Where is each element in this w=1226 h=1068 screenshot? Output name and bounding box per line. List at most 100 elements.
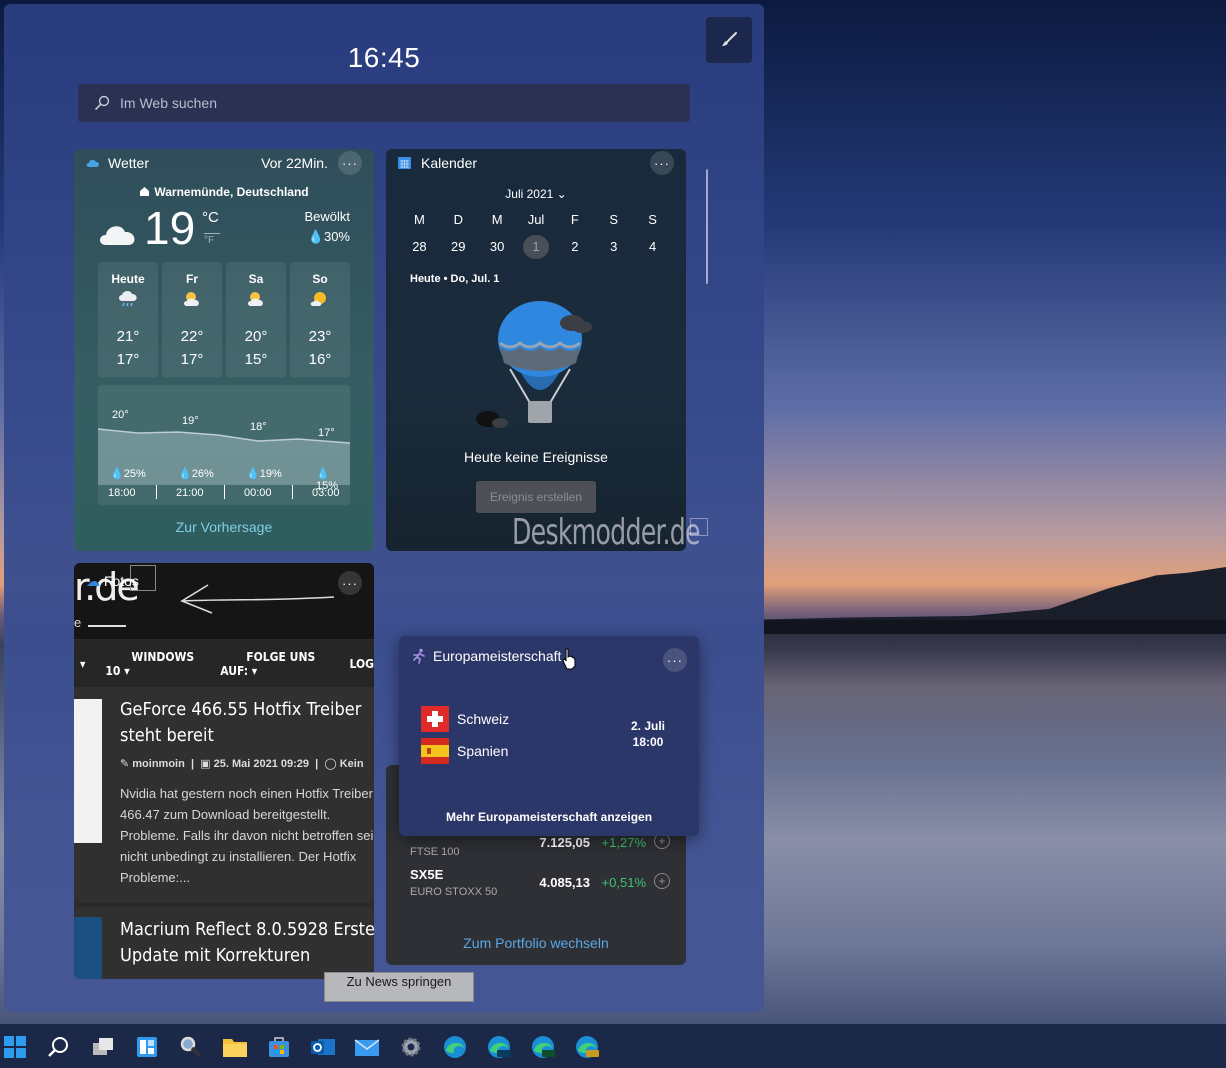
stock-row[interactable]: SX5E EURO STOXX 50 4.085,13 +0,51% +: [410, 867, 670, 907]
wallpaper-shore: [760, 620, 1226, 634]
article-thumbnail: [74, 917, 102, 979]
hourly-temp: 19°: [182, 415, 199, 427]
weather-title: Wetter: [108, 155, 149, 171]
weather-location: Warnemünde, Deutschland: [74, 185, 374, 199]
article-excerpt: Nvidia hat gestern noch einen Hotfix Tre…: [120, 786, 374, 885]
weekday-label: Jul: [527, 212, 545, 227]
month-selector[interactable]: Juli 2021 ⌄: [386, 187, 686, 201]
stock-change: +1,27%: [601, 835, 646, 850]
photos-title-text: Fotos: [103, 573, 139, 589]
photos-card[interactable]: r.de e ☁ Fotos ··· ▾ WINDOWS 10 ▾ FOLGE …: [74, 563, 374, 979]
stock-name: EURO STOXX 50: [410, 886, 498, 898]
weekday-label: D: [453, 212, 463, 227]
watermark: Deskmodder.de: [512, 512, 701, 553]
daily-forecast: Heute 21° 17° Fr 22° 17° Sa 20° 15° So 2…: [98, 262, 350, 377]
date-cell[interactable]: 30: [478, 235, 517, 259]
euro-more-button[interactable]: ···: [663, 648, 687, 672]
euro-title: Europameisterschaft: [433, 648, 562, 664]
calendar-more-button[interactable]: ···: [650, 151, 674, 175]
mail-icon[interactable]: [354, 1034, 380, 1060]
date-cell[interactable]: 2: [555, 235, 594, 259]
mouse-cursor-icon: [562, 648, 576, 670]
widgets-icon[interactable]: [134, 1034, 160, 1060]
forecast-day[interactable]: Heute 21° 17°: [98, 262, 158, 377]
unit-fahrenheit[interactable]: °F: [204, 233, 220, 246]
weekday-label: M: [491, 212, 503, 227]
hourly-rain: 💧19%: [246, 468, 282, 480]
edge-beta-icon[interactable]: [486, 1034, 512, 1060]
forecast-day[interactable]: Fr 22° 17°: [162, 262, 222, 377]
settings-icon[interactable]: [398, 1034, 424, 1060]
search-icon: [95, 95, 110, 110]
jump-to-news-button[interactable]: Zu News springen: [324, 972, 474, 1002]
article-author[interactable]: moinmoin: [132, 758, 185, 770]
forecast-day[interactable]: Sa 20° 15°: [226, 262, 286, 377]
windows-start-icon[interactable]: [2, 1034, 28, 1060]
location-text: Warnemünde, Deutschland: [154, 185, 309, 199]
task-view-icon[interactable]: [90, 1034, 116, 1060]
edge-canary-icon[interactable]: [574, 1034, 600, 1060]
weather-cloud-icon: [86, 159, 99, 167]
day-high: 23°: [308, 328, 332, 345]
onedrive-cloud-icon: ☁: [86, 573, 100, 589]
calendar-title: Kalender: [421, 155, 478, 171]
search-icon[interactable]: [46, 1034, 72, 1060]
article-title[interactable]: Macrium Reflect 8.0.5928 Erstes Update m…: [120, 917, 374, 969]
personalize-button[interactable]: [706, 17, 752, 63]
article-comments[interactable]: Kein: [340, 758, 364, 770]
today-date: 1: [523, 235, 549, 259]
article-meta: ✎ moinmoin | ▣ 25. Mai 2021 09:29 | ◯ Ke…: [120, 758, 364, 770]
scrollbar-thumb[interactable]: [706, 169, 708, 284]
calendar-card[interactable]: Kalender ··· Juli 2021 ⌄ M D M Jul F S S…: [386, 149, 686, 551]
site-navigation: ▾ WINDOWS 10 ▾ FOLGE UNS AUF: ▾ LOG: [74, 641, 374, 687]
create-event-button[interactable]: Ereignis erstellen: [476, 481, 596, 513]
search-input[interactable]: Im Web suchen: [120, 95, 217, 111]
add-stock-icon[interactable]: +: [654, 873, 670, 889]
hourly-rain: 💧26%: [178, 468, 214, 480]
taskbar: [0, 1024, 1226, 1068]
weekday-row: M D M Jul F S S: [400, 212, 672, 227]
weekday-label: S: [648, 212, 657, 227]
edge-icon[interactable]: [442, 1034, 468, 1060]
weather-card[interactable]: Wetter Vor 22Min. ··· Warnemünde, Deutsc…: [74, 149, 374, 551]
date-cell[interactable]: 4: [633, 235, 672, 259]
forecast-link[interactable]: Zur Vorhersage: [74, 519, 374, 535]
article-thumbnail: [74, 699, 102, 843]
file-explorer-icon[interactable]: [222, 1034, 248, 1060]
web-search-box[interactable]: Im Web suchen: [78, 84, 690, 122]
article-item[interactable]: GeForce 466.55 Hotfix Treiber steht bere…: [74, 687, 374, 903]
arrow-drawing: [180, 584, 335, 614]
date-cell[interactable]: 29: [439, 235, 478, 259]
date-row: 28 29 30 1 2 3 4: [400, 235, 672, 259]
forecast-day[interactable]: So 23° 16°: [290, 262, 350, 377]
hourly-time: 21:00: [176, 487, 204, 499]
hourly-forecast[interactable]: 20° 19° 18° 17° 💧25% 💧26% 💧19% 💧15% 18:0…: [98, 385, 350, 505]
date-cell[interactable]: 3: [594, 235, 633, 259]
team-row[interactable]: Schweiz: [421, 706, 509, 732]
photos-more-button[interactable]: ···: [338, 571, 362, 595]
magnifier-icon[interactable]: [178, 1034, 204, 1060]
team-row[interactable]: Spanien: [421, 738, 508, 764]
unit-celsius[interactable]: °C: [202, 209, 219, 226]
day-name: Fr: [186, 272, 198, 286]
weather-more-button[interactable]: ···: [338, 151, 362, 175]
date-cell-today[interactable]: 1: [517, 235, 556, 259]
article-date: 25. Mai 2021 09:29: [213, 758, 310, 770]
hourly-rain: 💧25%: [110, 468, 146, 480]
nav-item[interactable]: LOG: [350, 657, 375, 671]
store-icon[interactable]: [266, 1034, 292, 1060]
euro-more-link[interactable]: Mehr Europameisterschaft anzeigen: [399, 810, 699, 824]
comment-icon: ◯: [324, 758, 337, 770]
article-item[interactable]: Macrium Reflect 8.0.5928 Erstes Update m…: [74, 907, 374, 979]
edge-dev-icon[interactable]: [530, 1034, 556, 1060]
nav-item[interactable]: WINDOWS 10 ▾: [105, 650, 194, 678]
spain-flag-icon: [421, 738, 449, 764]
article-title[interactable]: GeForce 466.55 Hotfix Treiber steht bere…: [120, 697, 374, 749]
portfolio-link[interactable]: Zum Portfolio wechseln: [386, 935, 686, 951]
team-name: Schweiz: [457, 711, 510, 727]
hourly-time: 03:00: [312, 487, 340, 499]
euro-championship-card[interactable]: Europameisterschaft ··· Schweiz Spanien …: [399, 636, 699, 836]
outlook-icon[interactable]: [310, 1034, 336, 1060]
nav-item[interactable]: FOLGE UNS AUF: ▾: [220, 650, 323, 678]
date-cell[interactable]: 28: [400, 235, 439, 259]
